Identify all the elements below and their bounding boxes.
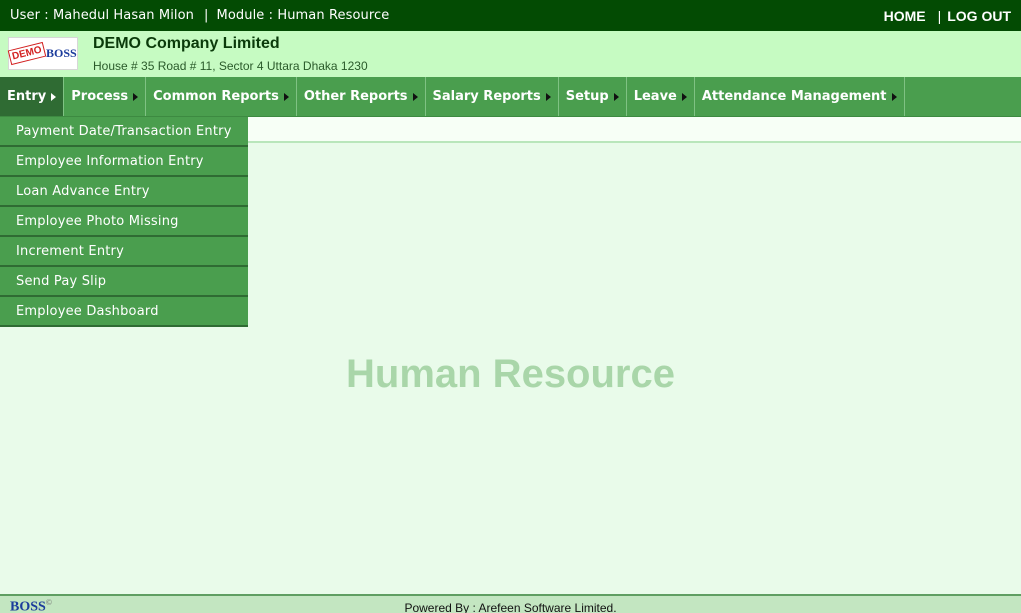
dropdown-item-send-pay-slip[interactable]: Send Pay Slip [0,267,248,297]
demo-stamp-logo: DEMO [8,41,47,66]
menu-common-reports[interactable]: Common Reports [146,77,297,116]
user-module-info: User : Mahedul Hasan Milon | Module : Hu… [10,8,389,23]
main-menu-bar: Entry Process Common Reports Other Repor… [0,77,1021,117]
dropdown-item-increment-entry[interactable]: Increment Entry [0,237,248,267]
top-status-bar: User : Mahedul Hasan Milon | Module : Hu… [0,0,1021,31]
menu-label: Attendance Management [701,89,887,104]
menu-entry[interactable]: Entry [0,77,65,116]
menu-attendance-management[interactable]: Attendance Management [695,77,905,116]
menu-label: Process [71,89,129,104]
menu-setup[interactable]: Setup [559,77,627,116]
submenu-arrow-icon [133,92,139,101]
menu-label: Entry [7,89,47,104]
company-logo: DEMO BOSS [8,37,78,70]
menu-leave[interactable]: Leave [627,77,695,116]
module-watermark: Human Resource [346,352,675,396]
submenu-arrow-icon [681,92,687,101]
home-link[interactable]: HOME [884,8,926,24]
submenu-arrow-icon [891,92,897,101]
company-address: House # 35 Road # 11, Sector 4 Uttara Dh… [93,59,368,73]
powered-by-text: Powered By : Arefeen Software Limited. [404,601,617,613]
submenu-arrow-icon [545,92,551,101]
dropdown-item-payment-date-transaction-entry[interactable]: Payment Date/Transaction Entry [0,117,248,147]
submenu-arrow-icon [283,92,289,101]
dropdown-item-loan-advance-entry[interactable]: Loan Advance Entry [0,177,248,207]
menu-label: Salary Reports [432,89,541,104]
entry-dropdown-menu: Payment Date/Transaction Entry Employee … [0,117,248,327]
submenu-arrow-icon [613,92,619,101]
dropdown-item-employee-information-entry[interactable]: Employee Information Entry [0,147,248,177]
dropdown-item-employee-dashboard[interactable]: Employee Dashboard [0,297,248,327]
page-footer: BOSS© Powered By : Arefeen Software Limi… [0,594,1021,613]
logout-link[interactable]: LOG OUT [947,8,1011,24]
boss-logo: BOSS [45,46,77,60]
menu-salary-reports[interactable]: Salary Reports [426,77,559,116]
links-separator: | [937,7,942,24]
module-label: Module : Human Resource [216,8,390,23]
submenu-arrow-icon [412,92,418,101]
submenu-arrow-icon [51,92,57,101]
menu-process[interactable]: Process [64,77,147,116]
menu-label: Common Reports [153,89,279,104]
menu-label: Leave [633,89,677,104]
company-header: DEMO BOSS DEMO Company Limited House # 3… [0,31,1021,77]
menu-other-reports[interactable]: Other Reports [297,77,426,116]
menu-label: Setup [565,89,609,104]
dropdown-item-employee-photo-missing[interactable]: Employee Photo Missing [0,207,248,237]
info-separator: | [204,8,209,23]
user-label: User : Mahedul Hasan Milon [10,8,195,23]
menu-label: Other Reports [303,89,408,104]
company-name: DEMO Company Limited [93,35,280,52]
top-links: HOME | LOG OUT [884,8,1011,24]
